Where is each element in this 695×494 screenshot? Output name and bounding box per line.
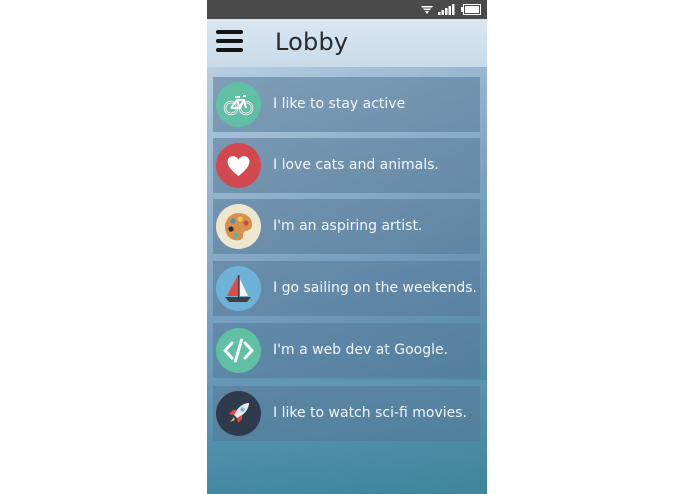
heart-icon	[216, 143, 261, 188]
code-icon	[216, 328, 261, 373]
bicycle-icon	[216, 82, 261, 127]
list-item-label: I love cats and animals.	[273, 157, 439, 173]
wifi-icon	[421, 6, 433, 14]
phone-screen: Lobby I like to stay active I love cats …	[207, 0, 487, 494]
list-item-label: I like to stay active	[273, 96, 406, 112]
battery-icon	[461, 4, 481, 15]
list-item-web-dev[interactable]: I'm a web dev at Google.	[213, 323, 480, 378]
status-bar	[207, 0, 487, 19]
list-item-artist[interactable]: I'm an aspiring artist.	[213, 199, 480, 254]
hamburger-icon-bar	[216, 39, 243, 43]
rocket-icon	[216, 391, 261, 436]
list-item-label: I'm an aspiring artist.	[273, 218, 423, 234]
palette-icon	[216, 204, 261, 249]
menu-button[interactable]	[216, 30, 244, 54]
sailboat-icon	[216, 266, 261, 311]
list-item-sci-fi[interactable]: I like to watch sci-fi movies.	[213, 386, 480, 441]
list-item-label: I'm a web dev at Google.	[273, 342, 449, 358]
hamburger-icon-bar	[216, 30, 243, 34]
status-icons	[421, 3, 481, 16]
list-item-cats-animals[interactable]: I love cats and animals.	[213, 138, 480, 193]
page-title: Lobby	[275, 28, 349, 56]
hamburger-icon-bar	[216, 48, 243, 52]
list-item-label: I go sailing on the weekends.	[273, 280, 477, 296]
list-item-label: I like to watch sci-fi movies.	[273, 405, 468, 421]
app-bar: Lobby	[207, 19, 487, 67]
signal-icon	[438, 4, 455, 15]
list-item-sailing[interactable]: I go sailing on the weekends.	[213, 261, 480, 316]
list-item-stay-active[interactable]: I like to stay active	[213, 77, 480, 132]
